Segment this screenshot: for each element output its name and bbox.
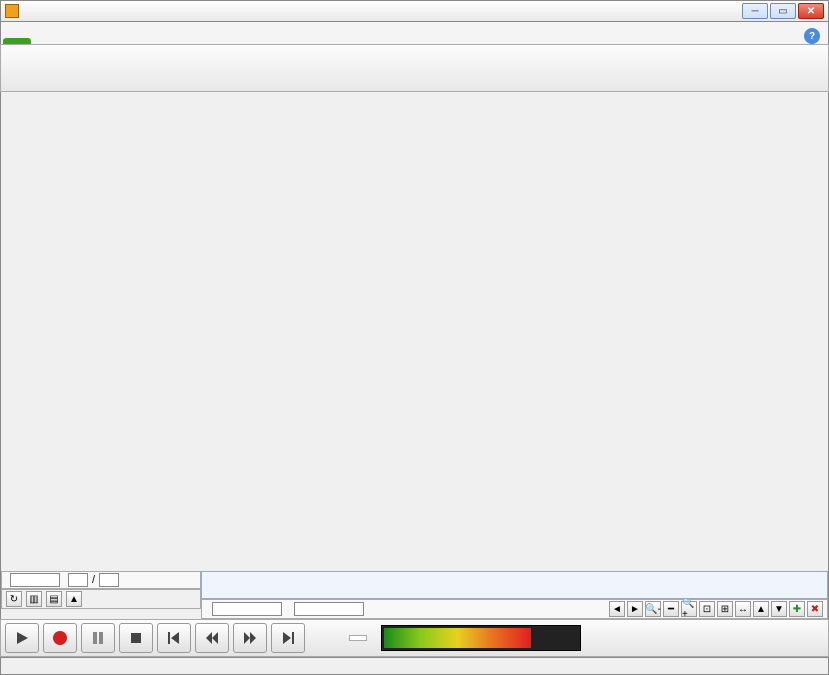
maximize-button[interactable]: ▭ [770,3,796,19]
play-button[interactable] [5,623,39,653]
minimize-button[interactable]: ─ [742,3,768,19]
zoom-slider[interactable]: ━ [663,601,679,617]
go-end-button[interactable] [271,623,305,653]
zoom-full-icon[interactable]: ↔ [735,601,751,617]
view-icons-row: ↻ ▥ ▤ ▲ [1,589,201,609]
scroll-left-icon[interactable]: ◄ [609,601,625,617]
vzoom-out-icon[interactable]: ▼ [771,601,787,617]
zoom-out-icon[interactable]: 🔍- [645,601,661,617]
scroll-right-icon[interactable]: ► [627,601,643,617]
app-icon [5,4,19,18]
help-icon[interactable]: ? [804,28,820,44]
stop-button[interactable] [119,623,153,653]
zoom-fit-icon[interactable]: ⊞ [717,601,733,617]
menu-bar: ? [0,22,829,44]
time-sig-num[interactable] [68,573,88,587]
delete-track-icon[interactable]: ✖ [807,601,823,617]
transport-bar [0,619,829,657]
go-start-button[interactable] [157,623,191,653]
vzoom-in-icon[interactable]: ▲ [753,601,769,617]
status-bar [0,657,829,675]
pause-button[interactable] [81,623,115,653]
bpm-input[interactable] [10,573,60,587]
bars-icon[interactable]: ▥ [26,591,42,607]
toolbar [0,44,829,92]
zoom-sel-icon[interactable]: ⊡ [699,601,715,617]
file-menu[interactable] [3,38,31,44]
loop-icon[interactable]: ↻ [6,591,22,607]
title-bar: ─ ▭ ✕ [0,0,829,22]
timeline-ticks [202,572,827,598]
add-track-icon[interactable]: ✚ [789,601,805,617]
playback-time [349,635,367,641]
timeline[interactable] [201,571,828,599]
waveform-panel [201,92,828,571]
rewind-button[interactable] [195,623,229,653]
mixer-icon[interactable]: ▤ [46,591,62,607]
range-row: ◄ ► 🔍- ━ 🔍+ ⊡ ⊞ ↔ ▲ ▼ ✚ ✖ [201,599,828,619]
forward-button[interactable] [233,623,267,653]
close-button[interactable]: ✕ [798,3,824,19]
time-sig-den[interactable] [99,573,119,587]
bpm-row: / [1,571,201,589]
start-input[interactable] [212,602,282,616]
record-button[interactable] [43,623,77,653]
end-input[interactable] [294,602,364,616]
zoom-in-icon[interactable]: 🔍+ [681,601,697,617]
metronome-icon[interactable]: ▲ [66,591,82,607]
master-meter [381,625,581,651]
tracks-panel [1,92,201,571]
